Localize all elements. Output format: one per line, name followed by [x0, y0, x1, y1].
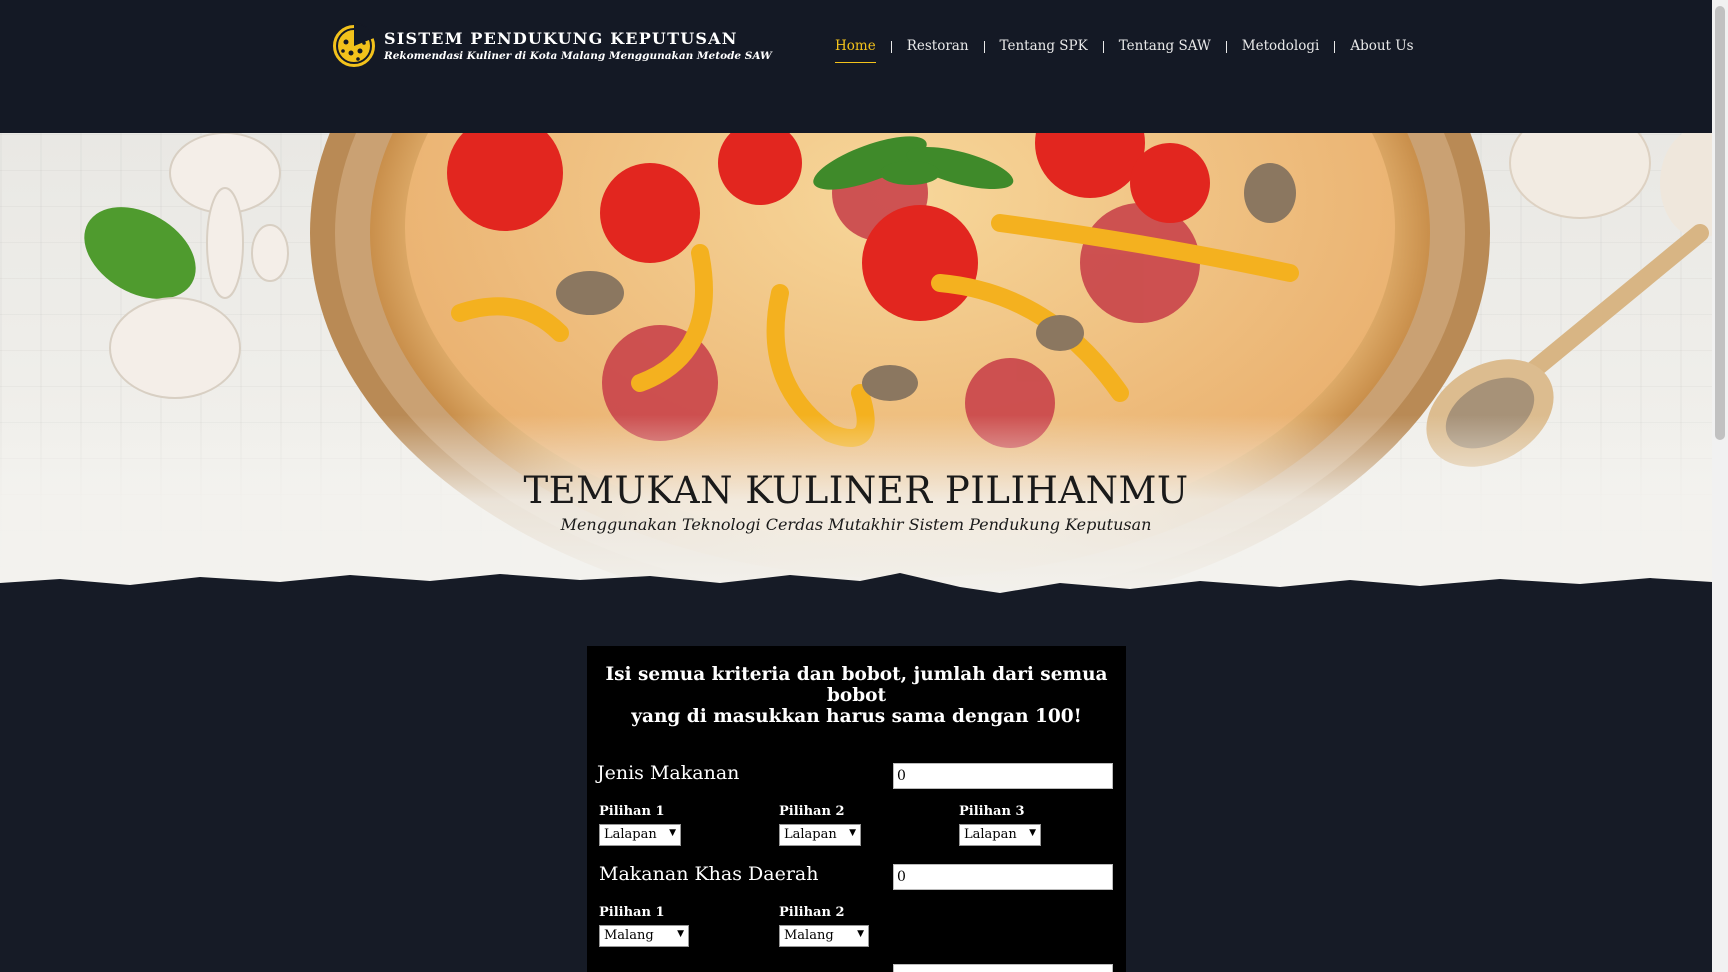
form-heading-line-2: yang di masukkan harus sama dengan 100!	[631, 706, 1082, 727]
select-value: Lalapan	[964, 827, 1017, 842]
makanan-khas-pilihan-2-select[interactable]: Malang ▼	[779, 925, 869, 947]
nav-item-tentang-spk[interactable]: Tentang SPK	[985, 36, 1103, 64]
option-label: Pilihan 1	[599, 804, 665, 819]
select-value: Malang	[604, 928, 654, 943]
triangle-down-icon: ▼	[857, 929, 864, 939]
hero-banner: TEMUKAN KULINER PILIHANMU Menggunakan Te…	[0, 133, 1712, 603]
site-subtitle: Rekomendasi Kuliner di Kota Malang Mengg…	[384, 50, 772, 62]
jenis-makanan-pilihan-3-select[interactable]: Lalapan ▼	[959, 824, 1041, 846]
triangle-down-icon: ▼	[677, 929, 684, 939]
option-label: Pilihan 1	[599, 905, 665, 920]
weight-input-makanan-khas-daerah[interactable]: 0	[893, 864, 1113, 890]
select-value: Lalapan	[784, 827, 837, 842]
page-scrollbar[interactable]	[1712, 0, 1728, 972]
hero-title: TEMUKAN KULINER PILIHANMU	[523, 469, 1189, 512]
nav-item-about-us[interactable]: About Us	[1335, 36, 1428, 64]
scrollbar-thumb[interactable]	[1715, 6, 1725, 440]
jenis-makanan-pilihan-1-select[interactable]: Lalapan ▼	[599, 824, 681, 846]
form-heading-line-1: Isi semua kriteria dan bobot, jumlah dar…	[605, 664, 1108, 706]
form-heading: Isi semua kriteria dan bobot, jumlah dar…	[587, 664, 1126, 727]
main-nav: Home Restoran Tentang SPK Tentang SAW Me…	[820, 36, 1429, 64]
select-value: Malang	[784, 928, 834, 943]
triangle-down-icon: ▼	[849, 828, 856, 838]
site-header: SISTEM PENDUKUNG KEPUTUSAN Rekomendasi K…	[0, 0, 1712, 133]
weight-input-jenis-makanan[interactable]: 0	[893, 763, 1113, 789]
nav-item-home[interactable]: Home	[820, 36, 891, 64]
torn-edge-divider	[0, 573, 1712, 613]
hero-subtitle: Menggunakan Teknologi Cerdas Mutakhir Si…	[560, 515, 1152, 534]
criterion-label-jenis-makanan: Jenis Makanan	[597, 762, 740, 784]
select-value: Lalapan	[604, 827, 657, 842]
pizza-logo-icon	[331, 23, 377, 69]
makanan-khas-pilihan-1-select[interactable]: Malang ▼	[599, 925, 689, 947]
nav-item-metodologi[interactable]: Metodologi	[1227, 36, 1335, 64]
option-label: Pilihan 2	[779, 804, 845, 819]
nav-item-tentang-saw[interactable]: Tentang SAW	[1104, 36, 1226, 64]
nav-item-restoran[interactable]: Restoran	[892, 36, 984, 64]
option-label: Pilihan 2	[779, 905, 845, 920]
site-title: SISTEM PENDUKUNG KEPUTUSAN	[384, 29, 738, 48]
criterion-label-makanan-khas-daerah: Makanan Khas Daerah	[599, 863, 819, 885]
brand[interactable]: SISTEM PENDUKUNG KEPUTUSAN Rekomendasi K…	[330, 22, 772, 70]
weight-input-next[interactable]	[893, 964, 1113, 972]
triangle-down-icon: ▼	[669, 828, 676, 838]
triangle-down-icon: ▼	[1029, 828, 1036, 838]
criteria-form-panel: Isi semua kriteria dan bobot, jumlah dar…	[587, 646, 1126, 972]
option-label: Pilihan 3	[959, 804, 1025, 819]
jenis-makanan-pilihan-2-select[interactable]: Lalapan ▼	[779, 824, 861, 846]
